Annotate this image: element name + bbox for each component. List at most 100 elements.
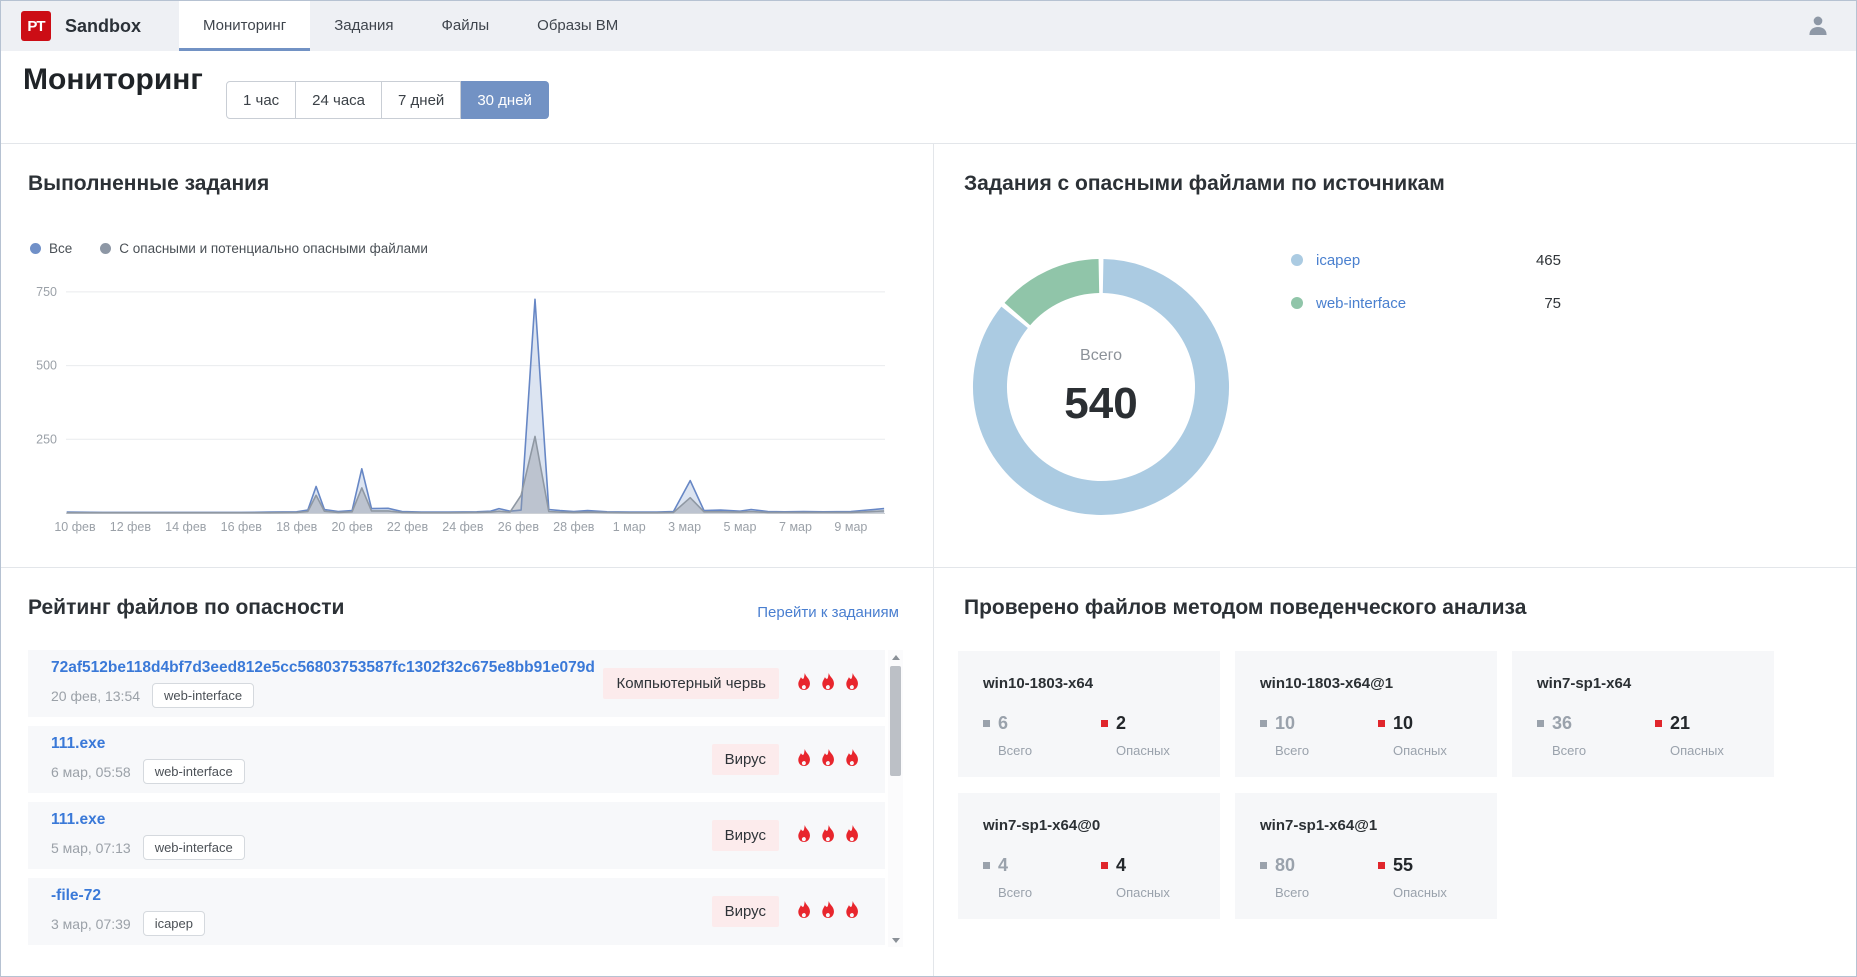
vm-card: win7-sp1-x64@04Всего4Опасных [958, 793, 1220, 919]
svg-text:28 фев: 28 фев [553, 520, 595, 534]
total-bullet [1260, 720, 1267, 727]
vm-stat-label: Опасных [1393, 743, 1496, 758]
scrollbar-down-arrow[interactable] [888, 933, 903, 947]
source-chip: icapep [143, 911, 205, 936]
flame-icon [796, 673, 813, 694]
dangerous-bullet [1101, 862, 1108, 869]
total-bullet [1537, 720, 1544, 727]
tab-4[interactable]: Образы ВМ [513, 1, 642, 51]
flame-icon [796, 749, 813, 770]
vm-stat-top: 4 [983, 855, 1101, 876]
vm-stat-label: Опасных [1116, 743, 1219, 758]
tab-3[interactable]: Файлы [418, 1, 514, 51]
svg-text:22 фев: 22 фев [387, 520, 429, 534]
file-row[interactable]: 72af512be118d4bf7d3eed812e5cc56803753587… [28, 650, 885, 717]
app-window: PT Sandbox МониторингЗаданияФайлыОбразы … [0, 0, 1857, 977]
vm-stat-col: 36Всего [1537, 713, 1655, 758]
panel-completed-tasks: Выполненные задания ВсеС опасными и поте… [1, 143, 933, 567]
file-row[interactable]: -file-723 мар, 07:39icapepВирус [28, 878, 885, 945]
file-link[interactable]: 72af512be118d4bf7d3eed812e5cc56803753587… [51, 659, 595, 677]
scrollbar-up-arrow[interactable] [888, 650, 903, 664]
vm-stat-col: 2Опасных [1101, 713, 1219, 758]
file-row-info: 72af512be118d4bf7d3eed812e5cc56803753587… [51, 659, 595, 708]
legend-item-2[interactable]: С опасными и потенциально опасными файла… [100, 241, 428, 256]
range-button-2[interactable]: 24 часа [296, 81, 382, 119]
file-ranking-list: 72af512be118d4bf7d3eed812e5cc56803753587… [28, 650, 903, 947]
file-rows: 72af512be118d4bf7d3eed812e5cc56803753587… [28, 650, 903, 945]
vm-stat-col: 4 Всего [983, 855, 1101, 900]
svg-text:10 фев: 10 фев [54, 520, 96, 534]
source-legend-row: icapep465 [1291, 248, 1561, 272]
vm-stat-number: 10 [1275, 713, 1295, 734]
panel-title-vm-analysis: Проверено файлов методом поведенческого … [964, 596, 1526, 620]
flame-icon [796, 901, 813, 922]
top-navbar: PT Sandbox МониторингЗаданияФайлыОбразы … [1, 1, 1856, 51]
vm-stat-col: 10Всего [1260, 713, 1378, 758]
vm-stat-top: 21 [1655, 713, 1773, 734]
source-legend-dot [1291, 254, 1303, 266]
range-button-1[interactable]: 1 час [226, 81, 296, 119]
file-link[interactable]: 111.exe [51, 811, 245, 829]
source-chip: web-interface [143, 759, 245, 784]
svg-text:1 мар: 1 мар [613, 520, 646, 534]
tab-1[interactable]: Мониторинг [179, 1, 310, 51]
pt-logo[interactable]: PT [21, 11, 51, 41]
vm-stat-col: 21Опасных [1655, 713, 1773, 758]
source-link[interactable]: icapep [1316, 252, 1360, 269]
danger-flames [796, 749, 861, 770]
legend-item-1[interactable]: Все [30, 241, 72, 256]
svg-text:9 мар: 9 мар [834, 520, 867, 534]
vm-card: win10-1803-x64 6Всего2Опасных [958, 651, 1220, 777]
file-row[interactable]: 111.exe5 мар, 07:13web-interfaceВирус [28, 802, 885, 869]
vm-card: win7-sp1-x64@180Всего55Опасных [1235, 793, 1497, 919]
file-row-verdict: Вирус [712, 820, 861, 851]
vm-stat-top: 10 [1378, 713, 1496, 734]
file-link[interactable]: 111.exe [51, 735, 245, 753]
sources-donut-chart: Всего 540 [951, 237, 1251, 537]
file-date: 5 мар, 07:13 [51, 840, 131, 856]
panel-title-dangerous-sources: Задания с опасными файлами по источникам [964, 172, 1445, 196]
legend-dot [30, 243, 41, 254]
svg-text:5 мар: 5 мар [724, 520, 757, 534]
tab-2[interactable]: Задания [310, 1, 417, 51]
file-link[interactable]: -file-72 [51, 887, 205, 905]
vm-stat-col: 80Всего [1260, 855, 1378, 900]
danger-flames [796, 825, 861, 846]
file-row-meta: 3 мар, 07:39icapep [51, 911, 205, 936]
go-to-tasks-link[interactable]: Перейти к заданиям [757, 604, 899, 621]
vm-name: win7-sp1-x64@0 [983, 817, 1220, 834]
vm-stat-top: 4 [1101, 855, 1219, 876]
vm-stat-label: Всего [998, 885, 1101, 900]
verdict-badge: Вирус [712, 744, 779, 775]
file-row-meta: 6 мар, 05:58web-interface [51, 759, 245, 784]
file-row[interactable]: 111.exe 6 мар, 05:58web-interface Вирус [28, 726, 885, 793]
vm-stat-col: 6Всего [983, 713, 1101, 758]
vm-name: win10-1803-x64 [983, 675, 1220, 692]
vm-stats: 80Всего55Опасных [1260, 855, 1497, 900]
vm-stat-number: 55 [1393, 855, 1413, 876]
svg-text:3 мар: 3 мар [668, 520, 701, 534]
user-menu-button[interactable] [1806, 14, 1830, 43]
file-row-meta: 20 фев, 13:54web-interface [51, 683, 595, 708]
vm-name: win7-sp1-x64@1 [1260, 817, 1497, 834]
vm-stats: 10Всего10 Опасных [1260, 713, 1497, 758]
flame-icon [844, 749, 861, 770]
source-legend-row: web-interface 75 [1291, 291, 1561, 315]
panel-file-ranking: Рейтинг файлов по опасности Перейти к за… [1, 567, 933, 976]
range-button-3[interactable]: 7 дней [382, 81, 461, 119]
vm-stat-label: Всего [998, 743, 1101, 758]
scrollbar-thumb[interactable] [890, 666, 901, 776]
total-bullet [1260, 862, 1267, 869]
source-value: 75 [1544, 295, 1561, 312]
range-button-4[interactable]: 30 дней [461, 81, 549, 119]
vm-stat-label: Всего [1275, 885, 1378, 900]
verdict-badge: Вирус [712, 820, 779, 851]
danger-flames [796, 901, 861, 922]
flame-icon [844, 901, 861, 922]
flame-icon [820, 749, 837, 770]
time-range-group: 1 час24 часа7 дней30 дней [226, 81, 549, 119]
source-link[interactable]: web-interface [1316, 295, 1406, 312]
list-scrollbar[interactable] [888, 650, 903, 947]
svg-text:20 фев: 20 фев [331, 520, 373, 534]
total-bullet [983, 720, 990, 727]
